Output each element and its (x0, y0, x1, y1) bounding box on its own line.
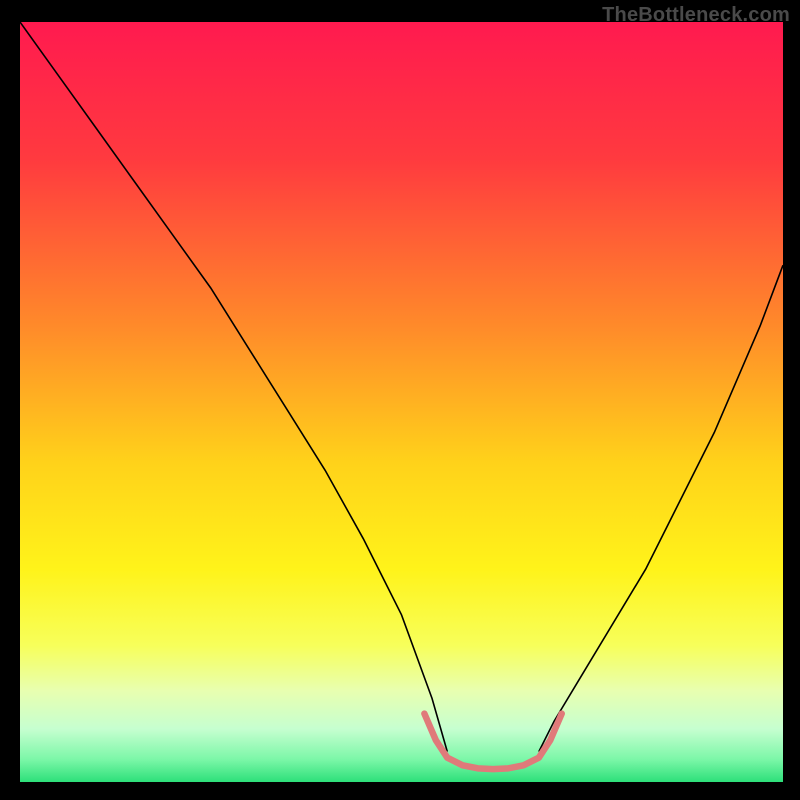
chart-frame: TheBottleneck.com (0, 0, 800, 800)
plot-area (20, 22, 783, 782)
watermark-text: TheBottleneck.com (602, 4, 790, 27)
chart-svg (20, 22, 783, 782)
gradient-background (20, 22, 783, 782)
